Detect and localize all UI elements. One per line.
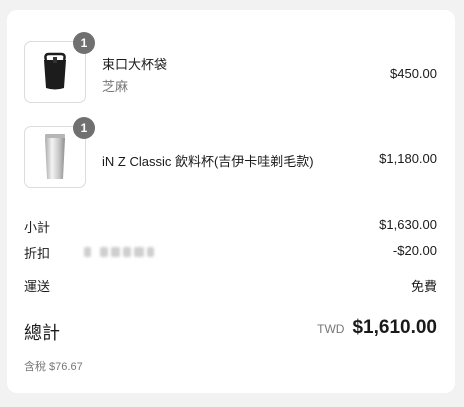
- total-label: 總計: [24, 323, 60, 343]
- item-name: 束口大杯袋: [102, 57, 168, 72]
- silver-tumbler-icon: [45, 134, 65, 179]
- discount-code-redacted: [84, 244, 154, 260]
- tax-note: 含稅 $76.67: [24, 361, 83, 373]
- shipping-label: 運送: [24, 279, 51, 294]
- item-variant: 芝麻: [102, 79, 129, 94]
- black-cup-bag-icon: [44, 52, 66, 90]
- discount-label: 折扣: [24, 246, 51, 261]
- item-price: $450.00: [390, 66, 437, 81]
- shipping-row: 運送 免費: [24, 276, 437, 294]
- total-amount-group: TWD $1,610.00: [317, 317, 437, 339]
- order-summary-card: 1 束口大杯袋 芝麻 $450.00 1 iN Z Classic 飲料杯(吉伊…: [7, 10, 455, 393]
- discount-value: -$20.00: [392, 243, 437, 258]
- subtotal-row: 小計 $1,630.00: [24, 217, 437, 235]
- subtotal-label: 小計: [24, 220, 51, 235]
- shipping-value: 免費: [410, 279, 437, 294]
- total-row: 總計 TWD $1,610.00: [24, 317, 437, 343]
- line-item: 1 iN Z Classic 飲料杯(吉伊卡哇剃毛款) $1,180.00: [24, 117, 440, 190]
- discount-row: 折扣 -$20.00: [24, 243, 437, 261]
- total-amount: $1,610.00: [352, 317, 437, 338]
- item-price: $1,180.00: [379, 151, 437, 166]
- item-name: iN Z Classic 飲料杯(吉伊卡哇剃毛款): [102, 154, 314, 169]
- quantity-badge: 1: [73, 32, 95, 54]
- quantity-badge: 1: [73, 117, 95, 139]
- total-currency: TWD: [317, 322, 345, 336]
- subtotal-value: $1,630.00: [379, 217, 437, 232]
- line-item: 1 束口大杯袋 芝麻 $450.00: [24, 32, 440, 105]
